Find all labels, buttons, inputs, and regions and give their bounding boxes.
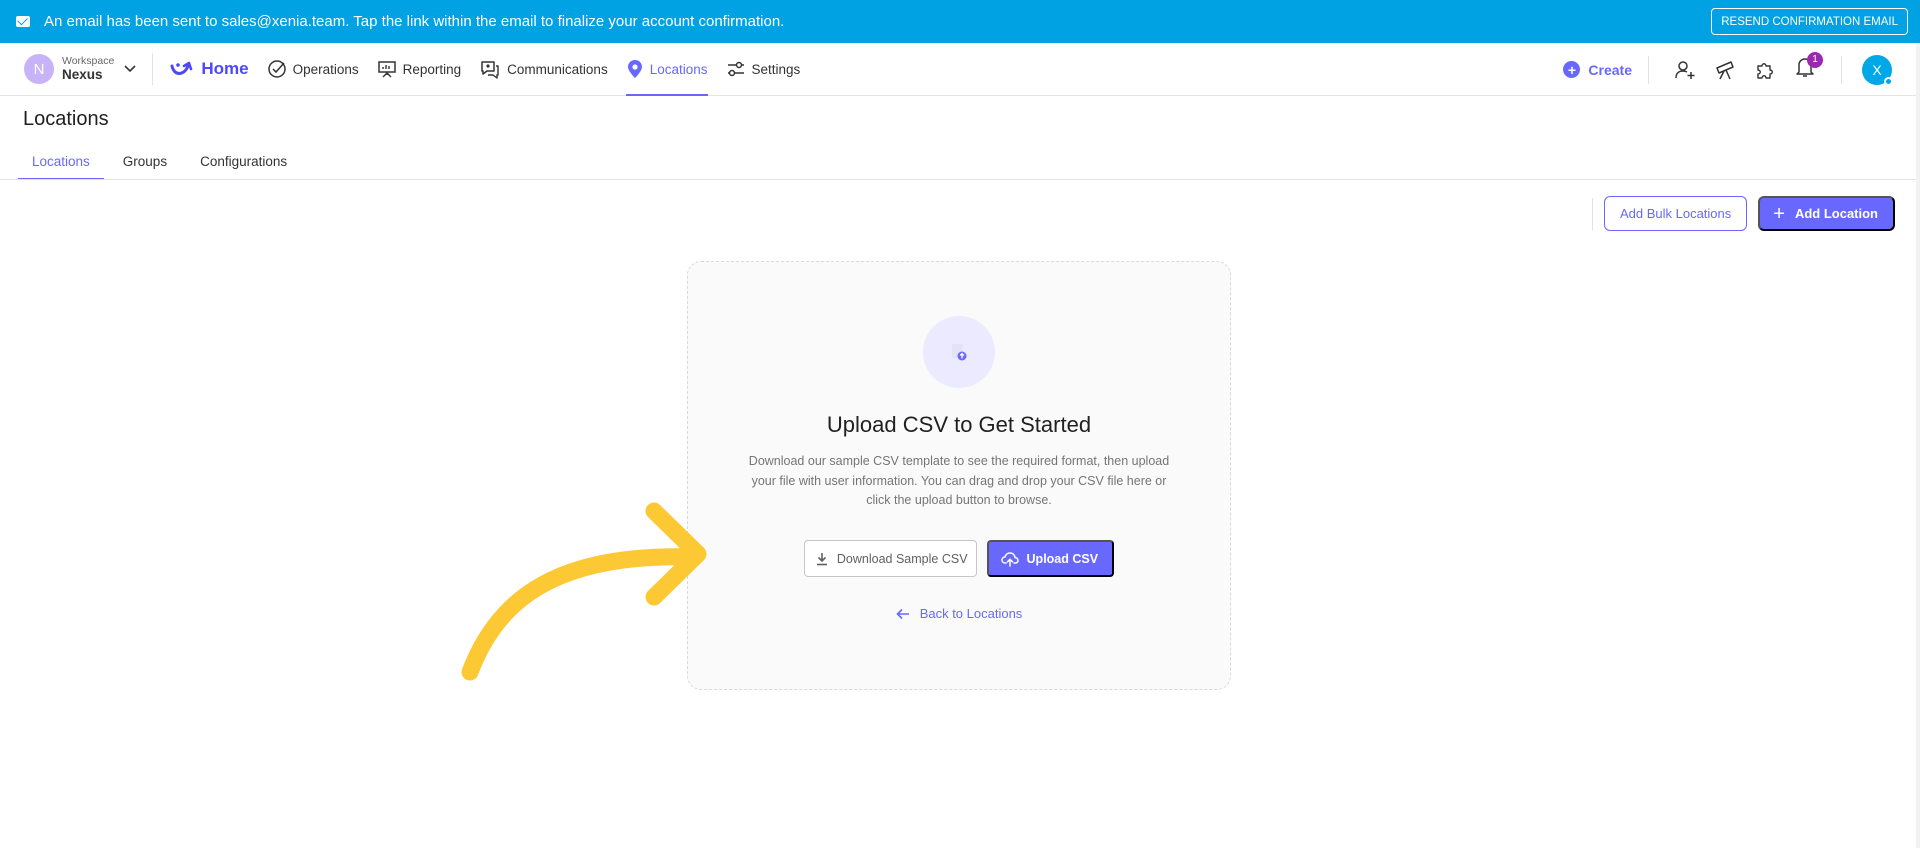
nav-settings-label: Settings bbox=[751, 61, 801, 77]
online-status-dot bbox=[1884, 76, 1893, 86]
cloud-upload-icon bbox=[1000, 551, 1019, 567]
home-logo-icon bbox=[169, 60, 195, 78]
download-icon bbox=[815, 552, 829, 566]
nav-divider bbox=[1648, 55, 1649, 84]
arrow-left-icon bbox=[896, 608, 910, 620]
workspace-label: Workspace bbox=[62, 54, 115, 67]
top-navigation: N Workspace Nexus Home Operations Report… bbox=[0, 43, 1920, 96]
notifications-button[interactable]: 1 bbox=[1793, 51, 1823, 82]
check-circle-icon bbox=[267, 59, 287, 79]
top-right-actions: + Create 1 X bbox=[1563, 43, 1893, 96]
create-button[interactable]: + Create bbox=[1563, 61, 1632, 78]
upload-description: Download our sample CSV template to see … bbox=[748, 454, 1170, 507]
annotation-arrow bbox=[458, 498, 718, 693]
puzzle-icon[interactable] bbox=[1753, 58, 1777, 82]
nav-reporting-label: Reporting bbox=[402, 61, 462, 77]
add-bulk-locations-button[interactable]: Add Bulk Locations bbox=[1603, 196, 1748, 231]
mail-icon bbox=[16, 16, 30, 27]
chevron-down-icon bbox=[124, 62, 136, 76]
nav-operations-label: Operations bbox=[292, 61, 359, 77]
workspace-name: Nexus bbox=[62, 67, 103, 83]
upload-csv-dropzone[interactable]: Upload CSV to Get Started Download our s… bbox=[687, 261, 1231, 690]
scrollbar-track[interactable] bbox=[1916, 43, 1920, 848]
tab-locations[interactable]: Locations bbox=[18, 142, 104, 180]
page-tabs: Locations Groups Configurations bbox=[18, 142, 306, 180]
nav-divider bbox=[152, 53, 154, 85]
upload-buttons: Download Sample CSV Upload CSV bbox=[688, 540, 1230, 577]
download-sample-csv-button[interactable]: Download Sample CSV bbox=[803, 540, 977, 577]
back-to-locations-label: Back to Locations bbox=[919, 606, 1023, 621]
add-user-icon[interactable] bbox=[1673, 58, 1697, 82]
banner-message: An email has been sent to sales@xenia.te… bbox=[44, 13, 785, 30]
create-label: Create bbox=[1588, 61, 1632, 78]
nav-settings[interactable]: Settings bbox=[726, 43, 801, 96]
user-avatar[interactable]: X bbox=[1862, 54, 1893, 86]
nav-home[interactable]: Home bbox=[169, 43, 249, 96]
tab-configurations[interactable]: Configurations bbox=[186, 142, 301, 180]
sliders-icon bbox=[726, 59, 746, 79]
upload-csv-button[interactable]: Upload CSV bbox=[986, 540, 1115, 577]
nav-operations[interactable]: Operations bbox=[267, 43, 359, 96]
nav-communications[interactable]: Communications bbox=[479, 43, 608, 96]
tab-groups[interactable]: Groups bbox=[109, 142, 181, 180]
nav-locations[interactable]: Locations bbox=[625, 43, 708, 96]
upload-title: Upload CSV to Get Started bbox=[826, 412, 1092, 437]
workspace-switcher[interactable]: N Workspace Nexus bbox=[24, 54, 136, 84]
plus-circle-icon: + bbox=[1563, 61, 1581, 78]
location-pin-icon bbox=[626, 59, 644, 79]
page-actions: Add Bulk Locations + Add Location bbox=[1591, 196, 1895, 231]
user-initial: X bbox=[1872, 61, 1882, 78]
nav-home-label: Home bbox=[201, 59, 249, 78]
chat-icon bbox=[479, 59, 501, 79]
tabs-divider bbox=[0, 179, 1920, 180]
page-title: Locations bbox=[23, 108, 109, 130]
resend-confirmation-button[interactable]: RESEND CONFIRMATION EMAIL bbox=[1711, 8, 1908, 35]
back-to-locations-link[interactable]: Back to Locations bbox=[688, 606, 1230, 621]
confirmation-banner: An email has been sent to sales@xenia.te… bbox=[0, 0, 1920, 43]
file-upload-icon bbox=[923, 316, 995, 388]
nav-reporting[interactable]: Reporting bbox=[377, 43, 462, 96]
upload-csv-label: Upload CSV bbox=[1026, 551, 1099, 566]
workspace-info: Workspace Nexus bbox=[62, 55, 114, 84]
actions-divider bbox=[1591, 197, 1593, 230]
plus-icon: + bbox=[1773, 202, 1785, 225]
telescope-icon[interactable] bbox=[1713, 58, 1737, 82]
presentation-icon bbox=[377, 59, 397, 79]
nav-divider bbox=[1841, 55, 1842, 84]
nav-locations-label: Locations bbox=[649, 61, 708, 77]
nav-communications-label: Communications bbox=[507, 61, 608, 77]
add-location-label: Add Location bbox=[1794, 206, 1878, 221]
download-sample-label: Download Sample CSV bbox=[836, 551, 968, 566]
notification-badge: 1 bbox=[1807, 51, 1823, 68]
workspace-avatar: N bbox=[24, 54, 54, 84]
add-location-button[interactable]: + Add Location bbox=[1758, 196, 1895, 231]
